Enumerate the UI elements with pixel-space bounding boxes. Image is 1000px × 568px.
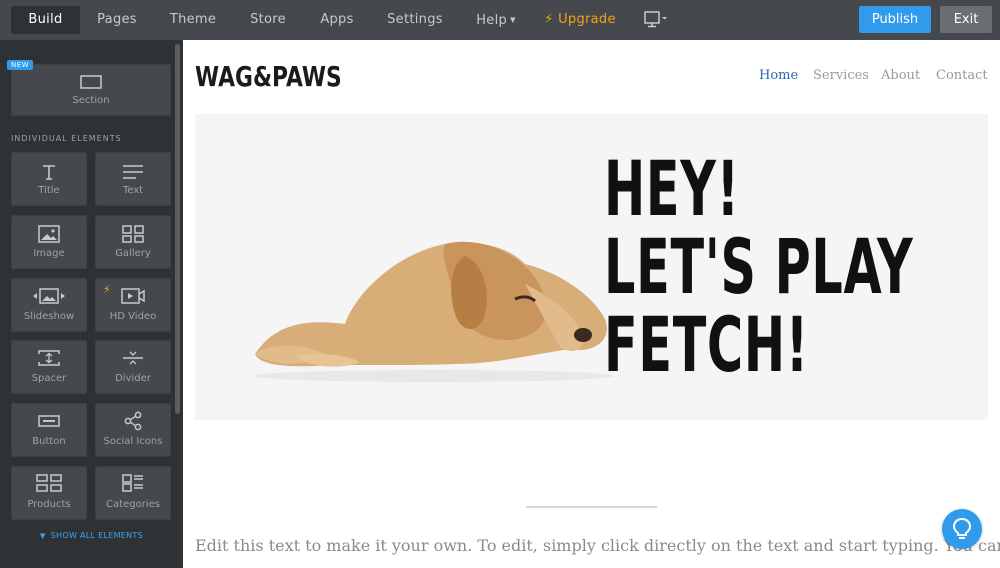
categories-icon	[122, 474, 143, 492]
desktop-icon	[644, 11, 667, 28]
tab-pages[interactable]: Pages	[86, 6, 148, 34]
share-icon	[124, 411, 142, 431]
caret-down-icon: ▼	[39, 532, 46, 540]
element-slideshow[interactable]: Slideshow	[11, 278, 87, 332]
section-tile-label: Section	[72, 95, 110, 106]
publish-button[interactable]: Publish	[859, 6, 931, 33]
site-preview-canvas: WAG&PAWS Home Services About Contact HEY…	[183, 40, 1000, 568]
tab-apps[interactable]: Apps	[309, 6, 365, 34]
element-title[interactable]: Title	[11, 152, 87, 206]
tab-theme[interactable]: Theme	[160, 6, 226, 34]
element-categories[interactable]: Categories	[95, 466, 171, 520]
element-slideshow-label: Slideshow	[23, 311, 75, 322]
element-social-icons-label: Social Icons	[103, 436, 163, 447]
element-image[interactable]: Image	[11, 215, 87, 269]
lightning-icon: ⚡	[103, 283, 111, 296]
site-nav-contact[interactable]: Contact	[936, 68, 988, 83]
element-text-label: Text	[122, 185, 144, 196]
upgrade-link[interactable]: ⚡ Upgrade	[540, 6, 620, 34]
show-all-label: SHOW ALL ELEMENTS	[50, 531, 144, 540]
element-spacer-label: Spacer	[31, 373, 67, 384]
element-spacer[interactable]: Spacer	[11, 340, 87, 394]
button-icon	[38, 415, 60, 427]
hero-line-1: HEY!	[604, 144, 740, 233]
element-button[interactable]: Button	[11, 403, 87, 457]
hero-line-3: FETCH!	[604, 300, 809, 389]
slideshow-icon	[33, 288, 65, 304]
gallery-icon	[122, 225, 144, 243]
element-social-icons[interactable]: Social Icons	[95, 403, 171, 457]
sidebar-scrollbar[interactable]	[175, 44, 180, 414]
tab-build[interactable]: Build	[11, 6, 80, 34]
chevron-down-icon: ▼	[510, 16, 516, 24]
lightning-icon: ⚡	[544, 12, 554, 27]
body-paragraph[interactable]: Edit this text to make it your own. To e…	[195, 534, 1000, 558]
element-divider[interactable]: Divider	[95, 340, 171, 394]
element-gallery[interactable]: Gallery	[95, 215, 171, 269]
video-icon	[121, 288, 145, 304]
content-divider	[526, 506, 657, 508]
help-button[interactable]	[942, 509, 982, 549]
spacer-icon	[38, 350, 60, 366]
element-divider-label: Divider	[115, 373, 151, 384]
text-icon	[123, 165, 143, 179]
site-nav-services[interactable]: Services	[813, 68, 869, 83]
top-toolbar: Build Pages Theme Store Apps Settings He…	[0, 0, 1000, 40]
section-tile[interactable]: Section	[11, 64, 171, 116]
element-button-label: Button	[32, 436, 66, 447]
hero-headline[interactable]: HEY! LET'S PLAY FETCH!	[604, 150, 913, 384]
tab-help-label: Help	[476, 13, 508, 28]
tab-store[interactable]: Store	[238, 6, 298, 34]
element-categories-label: Categories	[106, 499, 160, 510]
title-icon	[43, 165, 55, 180]
element-title-label: Title	[38, 185, 60, 196]
site-nav-home[interactable]: Home	[759, 68, 798, 83]
element-products-label: Products	[27, 499, 71, 510]
individual-elements-heading: INDIVIDUAL ELEMENTS	[11, 134, 122, 143]
element-image-label: Image	[33, 248, 65, 259]
hero-line-2: LET'S PLAY	[604, 222, 914, 311]
lightbulb-icon	[952, 517, 972, 539]
image-icon	[38, 225, 60, 243]
element-hd-video[interactable]: ⚡ HD Video	[95, 278, 171, 332]
exit-button[interactable]: Exit	[940, 6, 992, 33]
show-all-elements-link[interactable]: ▼ SHOW ALL ELEMENTS	[0, 531, 183, 540]
element-products[interactable]: Products	[11, 466, 87, 520]
tab-help[interactable]: Help ▼	[468, 6, 524, 34]
puppy-image	[255, 241, 615, 382]
element-hd-video-label: HD Video	[109, 311, 157, 322]
upgrade-label: Upgrade	[558, 12, 616, 27]
site-logo[interactable]: WAG&PAWS	[195, 60, 342, 93]
site-nav-about[interactable]: About	[881, 68, 920, 83]
element-gallery-label: Gallery	[115, 248, 151, 259]
tab-settings[interactable]: Settings	[378, 6, 452, 34]
element-text[interactable]: Text	[95, 152, 171, 206]
device-preview-button[interactable]	[644, 11, 668, 29]
new-badge: NEW	[7, 60, 34, 70]
divider-icon	[123, 351, 143, 365]
products-icon	[36, 474, 62, 492]
section-icon	[80, 75, 102, 89]
hero-banner[interactable]: HEY! LET'S PLAY FETCH!	[195, 114, 988, 420]
